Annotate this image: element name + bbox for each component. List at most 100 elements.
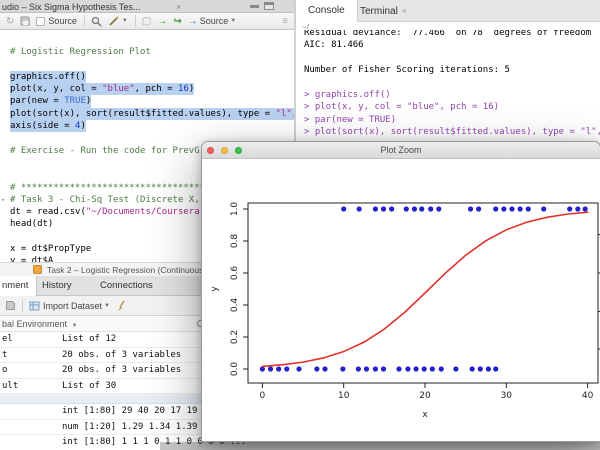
console-output-line: Residual deviance: 77.466 on 78 degrees … bbox=[304, 30, 592, 38]
console-output-line: Number of Fisher Scoring iterations: 5 bbox=[304, 65, 510, 76]
code-line[interactable]: # Logistic Regression Plot bbox=[0, 46, 294, 58]
data-point bbox=[575, 206, 581, 212]
code-line[interactable]: plot(x, y, col = "blue", pch = 16) bbox=[0, 83, 294, 96]
data-point bbox=[380, 206, 387, 212]
data-point bbox=[493, 206, 499, 212]
data-point bbox=[453, 366, 459, 372]
data-point bbox=[438, 366, 444, 372]
data-point bbox=[380, 366, 387, 372]
chevron-down-icon: ▼ bbox=[121, 18, 128, 24]
x-tick-label: 30 bbox=[501, 391, 513, 401]
save-icon[interactable] bbox=[6, 301, 15, 310]
maximize-pane-icon[interactable] bbox=[264, 2, 274, 10]
data-point bbox=[363, 366, 370, 372]
data-point bbox=[509, 206, 515, 212]
console-command: > plot(sort(x), sort(result$fitted.value… bbox=[304, 127, 600, 138]
fold-icon[interactable]: ▾ bbox=[1, 194, 5, 206]
data-point bbox=[389, 206, 395, 212]
y-tick-label: 1.0 bbox=[230, 202, 240, 217]
source-button[interactable]: → Source ▼ bbox=[188, 16, 236, 27]
y-tick-label: 0.0 bbox=[230, 362, 240, 377]
y-tick-label: 0.6 bbox=[230, 266, 240, 281]
code-line[interactable] bbox=[0, 59, 294, 71]
data-point bbox=[341, 206, 347, 212]
save-icon[interactable] bbox=[20, 16, 31, 26]
broom-icon[interactable] bbox=[116, 300, 128, 312]
code-line[interactable]: axis(side = 4) bbox=[0, 120, 294, 133]
console-command: > plot(x, y, col = "blue", pch = 16) bbox=[304, 102, 500, 113]
chevron-down-icon: ▼ bbox=[104, 302, 110, 309]
plot-window-titlebar[interactable]: Plot Zoom bbox=[202, 142, 600, 159]
import-dataset-icon bbox=[29, 301, 40, 310]
data-point bbox=[469, 366, 475, 372]
import-dataset-button[interactable]: Import Dataset ▼ bbox=[29, 301, 110, 311]
source-toolbar: ↻ Source ▼ ▢ → ↪ → Source ▼ ≡ bbox=[0, 13, 294, 30]
tab-environment[interactable]: nment bbox=[0, 276, 38, 296]
x-tick-label: 10 bbox=[338, 391, 350, 401]
console-output-line: AIC: 81.466 bbox=[304, 40, 364, 51]
data-point bbox=[267, 366, 274, 372]
source-tab-bar: udio – Six Sigma Hypothesis Tes... × bbox=[0, 0, 294, 13]
tab-terminal[interactable]: Terminal × bbox=[352, 0, 415, 22]
search-icon[interactable] bbox=[91, 16, 102, 27]
document-outline-icon[interactable]: ≡ bbox=[282, 16, 288, 27]
run-icon[interactable]: → bbox=[157, 16, 167, 27]
data-point bbox=[372, 366, 379, 372]
data-point bbox=[405, 366, 411, 372]
data-point bbox=[322, 366, 328, 372]
back-icon[interactable]: ↻ bbox=[6, 16, 14, 27]
data-point bbox=[396, 366, 402, 372]
x-tick-label: 20 bbox=[419, 391, 431, 401]
data-point bbox=[493, 366, 499, 372]
plot-box bbox=[247, 202, 599, 384]
data-point bbox=[411, 206, 418, 212]
data-point bbox=[403, 206, 409, 212]
y-tick-label: 0.4 bbox=[230, 298, 240, 313]
data-point bbox=[355, 366, 361, 372]
tab-history[interactable]: History bbox=[34, 276, 80, 296]
data-point bbox=[476, 206, 482, 212]
close-icon[interactable]: × bbox=[402, 6, 407, 16]
console-tab-bar: Console Terminal × bbox=[296, 0, 600, 22]
chevron-down-icon: ▼ bbox=[230, 18, 237, 24]
console-output[interactable]: Residual deviance: 77.466 on 78 degrees … bbox=[296, 30, 600, 142]
data-point bbox=[501, 206, 507, 212]
data-point bbox=[525, 206, 531, 212]
data-point bbox=[517, 206, 523, 212]
data-point bbox=[413, 366, 419, 372]
rerun-icon[interactable]: ↪ bbox=[173, 16, 181, 27]
logistic-regression-plot: 0 10 20 30 40 0.0 0.2 0.4 0.6 0.8 1.0 x y bbox=[210, 202, 600, 420]
chunk-icon[interactable]: ▢ bbox=[142, 16, 151, 27]
minimize-pane-icon[interactable] bbox=[250, 5, 259, 8]
data-point bbox=[421, 366, 427, 372]
y-axis-title: y bbox=[210, 286, 220, 292]
magic-wand-icon[interactable]: ▼ bbox=[108, 15, 128, 27]
close-icon[interactable]: × bbox=[176, 2, 181, 12]
code-line[interactable]: par(new = TRUE) bbox=[0, 95, 294, 108]
data-point bbox=[436, 206, 442, 212]
data-point bbox=[419, 206, 425, 212]
data-point bbox=[284, 366, 290, 372]
chevron-down-icon: ▼ bbox=[71, 323, 78, 329]
code-line[interactable] bbox=[0, 34, 294, 46]
source-on-save-checkbox[interactable]: Source bbox=[36, 16, 77, 26]
console-command: > graphics.off() bbox=[304, 89, 391, 100]
data-point bbox=[582, 206, 588, 212]
data-point bbox=[541, 206, 547, 212]
data-point bbox=[567, 206, 573, 212]
source-tab[interactable]: udio – Six Sigma Hypothesis Tes... bbox=[2, 2, 140, 12]
y-tick-label: 0.2 bbox=[230, 330, 240, 344]
tab-console[interactable]: Console bbox=[296, 0, 358, 22]
data-point bbox=[467, 206, 474, 212]
data-point bbox=[477, 366, 483, 372]
code-line[interactable]: graphics.off() bbox=[0, 70, 294, 84]
data-point bbox=[276, 366, 282, 372]
data-point bbox=[314, 366, 320, 372]
tab-connections[interactable]: Connections bbox=[92, 276, 161, 296]
checkbox-icon[interactable] bbox=[36, 16, 46, 26]
plot-window-title: Plot Zoom bbox=[380, 145, 422, 155]
code-line[interactable]: plot(sort(x), sort(result$fitted.values)… bbox=[0, 107, 294, 121]
console-command: > par(new = TRUE) bbox=[304, 114, 397, 125]
data-point bbox=[296, 366, 302, 372]
